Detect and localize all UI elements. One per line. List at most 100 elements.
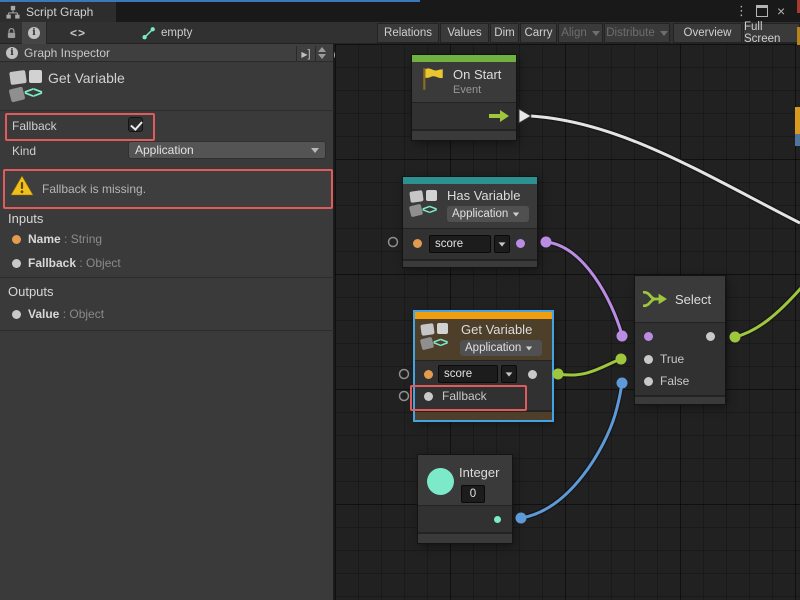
scroll-down-icon[interactable] xyxy=(318,54,326,59)
node-on-start[interactable]: On Start Event xyxy=(412,55,516,140)
code-preview-button[interactable]: <> xyxy=(58,22,98,44)
node-footer xyxy=(403,260,537,267)
angle-brackets-glyph: <> xyxy=(422,201,436,217)
scroll-up-icon[interactable] xyxy=(318,47,326,52)
port-name: Name xyxy=(28,232,61,246)
integer-icon xyxy=(427,468,454,495)
graph-canvas[interactable] xyxy=(335,44,800,600)
node-footer xyxy=(412,130,516,140)
inspector-toggle-button[interactable]: i xyxy=(22,22,47,44)
warning-icon xyxy=(10,175,34,197)
value-output-port[interactable] xyxy=(494,516,501,523)
lock-button[interactable] xyxy=(0,22,23,44)
variable-kind-dropdown[interactable]: Application xyxy=(447,206,529,222)
node-integer[interactable]: Integer 0 xyxy=(418,455,512,543)
variable-name-field[interactable]: score xyxy=(429,235,491,253)
maximize-icon xyxy=(756,5,768,17)
divider xyxy=(0,330,334,331)
output-row-value: Value : Object xyxy=(28,307,104,321)
chevron-down-icon xyxy=(526,346,532,350)
divider xyxy=(0,277,334,278)
port-dot-gray xyxy=(12,310,21,319)
node-title: Has Variable xyxy=(447,188,520,203)
true-port-label: True xyxy=(660,352,684,366)
close-button[interactable]: × xyxy=(777,0,793,22)
align-label: Align xyxy=(561,27,587,39)
control-output-arrow-icon[interactable] xyxy=(488,109,510,123)
port-dot-gray xyxy=(12,259,21,268)
condition-input-port[interactable] xyxy=(644,332,653,341)
false-input-port[interactable] xyxy=(644,377,653,386)
node-color-bar xyxy=(415,312,552,319)
node-title: Select xyxy=(675,292,711,307)
values-label: Values xyxy=(447,27,481,39)
angle-brackets-glyph: <> xyxy=(433,334,447,350)
window-menu-button[interactable]: ⋮ xyxy=(735,0,751,22)
name-input-port[interactable] xyxy=(424,370,433,379)
script-graph-window: Script Graph ⋮ × i <> empty Zoom xyxy=(0,0,800,600)
variable-name-dropdown[interactable] xyxy=(501,365,517,383)
value-output-port[interactable] xyxy=(528,370,537,379)
align-button[interactable]: Align xyxy=(558,23,603,43)
node-body: score xyxy=(403,229,537,259)
warning-text: Fallback is missing. xyxy=(42,182,146,196)
overview-button[interactable]: Overview xyxy=(673,23,742,43)
fallback-checkbox[interactable] xyxy=(128,117,143,132)
variables-icon: <> xyxy=(410,190,440,220)
result-output-port[interactable] xyxy=(516,239,525,248)
relations-label: Relations xyxy=(384,27,432,39)
tab-script-graph[interactable]: Script Graph xyxy=(0,2,116,22)
graph-toolbar: i <> empty Zoom 1x Relations Values Dim … xyxy=(0,22,800,44)
node-subtitle: Event xyxy=(453,84,481,96)
node-title: Get Variable xyxy=(461,322,532,337)
inspector-title: Graph Inspector xyxy=(24,46,110,60)
kind-dropdown[interactable]: Application xyxy=(128,141,326,159)
variables-icon: <> xyxy=(10,70,46,104)
variables-icon: <> xyxy=(421,323,451,353)
info-icon: i xyxy=(6,47,18,59)
maximize-button[interactable] xyxy=(756,0,772,22)
name-input-port[interactable] xyxy=(413,239,422,248)
variable-kind-dropdown[interactable]: Application xyxy=(460,340,542,356)
selection-output-port[interactable] xyxy=(706,332,715,341)
inputs-heading: Inputs xyxy=(8,211,43,226)
breadcrumb-empty[interactable]: empty xyxy=(142,22,202,44)
dim-label: Dim xyxy=(494,27,514,39)
integer-value-field[interactable]: 0 xyxy=(461,485,485,503)
carry-button[interactable]: Carry xyxy=(520,23,557,43)
collapse-bracket: ] xyxy=(308,48,311,60)
info-icon: i xyxy=(28,27,40,39)
full-screen-button[interactable]: Full Screen xyxy=(743,23,800,43)
node-body xyxy=(418,506,512,532)
false-port-label: False xyxy=(660,374,689,388)
fallback-port-label: Fallback xyxy=(442,389,487,403)
node-header: <> Has Variable Application xyxy=(403,184,537,228)
node-footer xyxy=(635,396,725,404)
flag-icon xyxy=(420,66,446,92)
fallback-field-label: Fallback xyxy=(12,119,57,133)
true-input-port[interactable] xyxy=(644,355,653,364)
node-select[interactable]: Select True False xyxy=(635,276,725,404)
distribute-label: Distribute xyxy=(606,27,655,39)
carry-label: Carry xyxy=(524,27,552,39)
values-button[interactable]: Values xyxy=(440,23,489,43)
distribute-button[interactable]: Distribute xyxy=(604,23,670,43)
relations-button[interactable]: Relations xyxy=(377,23,439,43)
chevron-down-icon xyxy=(499,242,506,246)
node-color-bar xyxy=(412,55,516,62)
code-icon: <> xyxy=(70,26,86,40)
input-row-fallback: Fallback : Object xyxy=(28,256,121,270)
port-type: String xyxy=(71,232,102,246)
full-screen-label: Full Screen xyxy=(744,21,799,45)
node-header: Select xyxy=(635,276,725,322)
node-get-variable[interactable]: <> Get Variable Application score Fallba… xyxy=(415,312,552,420)
collapse-panel-icon[interactable]: ▶] xyxy=(296,46,316,61)
dim-button[interactable]: Dim xyxy=(490,23,519,43)
variable-name-field[interactable]: score xyxy=(438,365,498,383)
chevron-down-icon xyxy=(592,31,600,36)
fallback-input-port[interactable] xyxy=(424,392,433,401)
port-dot-orange xyxy=(12,235,21,244)
node-has-variable[interactable]: <> Has Variable Application score xyxy=(403,177,537,267)
variable-name-dropdown[interactable] xyxy=(494,235,510,253)
port-type: Object xyxy=(69,307,104,321)
